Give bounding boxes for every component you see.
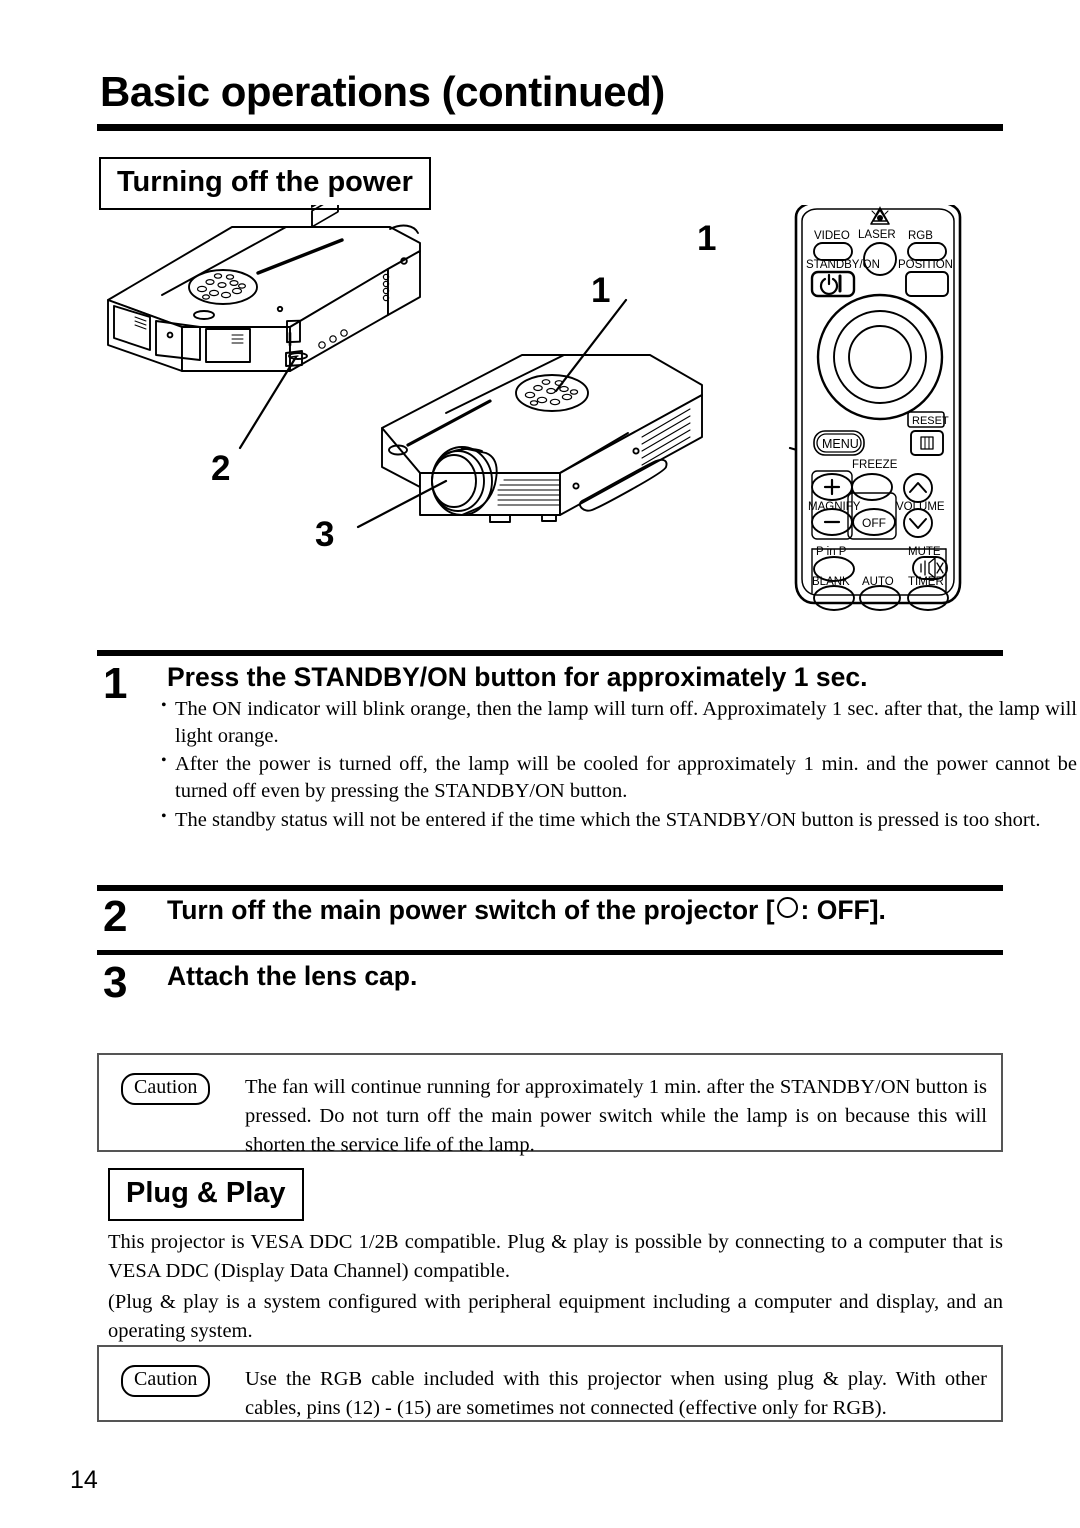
remote-label-p-in-p: P in P [816, 546, 847, 558]
remote-label-video: VIDEO [814, 230, 850, 242]
page-number: 14 [70, 1466, 98, 1494]
projector-front-view-illustration [381, 354, 703, 523]
remote-label-blank: BLANK [812, 576, 850, 588]
caution-box-fan-cooling: Caution The fan will continue running fo… [97, 1053, 1003, 1156]
title-underline-rule [97, 124, 1003, 131]
step-2-top-rule [97, 885, 1003, 891]
figure-projector-and-remote: VIDEO RGB LASER STANDBY/ON POSITION RESE… [90, 205, 1000, 635]
step-3-top-rule [97, 950, 1003, 955]
remote-label-reset: RESET [912, 415, 949, 427]
section-heading-plug-and-play: Plug & Play [108, 1168, 304, 1221]
step-1-bullet-list: The ON indicator will blink orange, then… [161, 695, 1077, 834]
remote-label-off: OFF [862, 516, 886, 530]
page-title: Basic operations (continued) [100, 68, 665, 115]
remote-label-laser: LASER [858, 229, 896, 241]
step-1-heading: Press the STANDBY/ON button for approxim… [167, 662, 868, 692]
remote-label-magnify: MAGNIFY [808, 501, 861, 513]
step-2-heading-before: Turn off the main power switch of the pr… [167, 895, 775, 925]
step-3-heading: Attach the lens cap. [167, 961, 418, 991]
step-1-bullet: After the power is turned off, the lamp … [161, 750, 1077, 806]
remote-label-timer: TIMER [908, 576, 944, 588]
callout-number-1-remote-standby: 1 [697, 219, 717, 258]
remote-label-freeze: FREEZE [852, 459, 898, 471]
callout-number-2-power-switch: 2 [211, 449, 231, 488]
step-2-heading-after: : OFF]. [800, 895, 886, 925]
caution-text: The fan will continue running for approx… [245, 1076, 987, 1157]
step-3-number: 3 [103, 958, 128, 1007]
remote-label-position: POSITION [898, 259, 953, 271]
remote-label-volume: VOLUME [896, 501, 945, 513]
step-1-bullet: The ON indicator will blink orange, then… [161, 695, 1077, 751]
step-1-number: 1 [103, 659, 128, 708]
plug-and-play-paragraph: This projector is VESA DDC 1/2B compatib… [108, 1231, 1003, 1283]
step-2-heading: Turn off the main power switch of the pr… [167, 895, 1007, 926]
projector-rear-view-illustration [107, 205, 421, 372]
caution-tag: Caution [121, 1365, 211, 1397]
step-1: 1 Press the STANDBY/ON button for approx… [97, 659, 1077, 835]
step-1-bullet: The standby status will not be entered i… [161, 806, 1077, 834]
step-3: 3 Attach the lens cap. [97, 961, 1007, 1005]
plug-and-play-paragraph: (Plug & play is a system configured with… [108, 1291, 1003, 1343]
plug-and-play-body: This projector is VESA DDC 1/2B compatib… [108, 1228, 1003, 1346]
manual-page: Basic operations (continued) Turning off… [0, 0, 1080, 1528]
caution-text: Use the RGB cable included with this pro… [245, 1368, 987, 1420]
caution-box-rgb-cable: Caution Use the RGB cable included with … [97, 1345, 1003, 1422]
remote-label-menu: MENU [822, 437, 859, 451]
figure-illustration: VIDEO RGB LASER STANDBY/ON POSITION RESE… [107, 205, 962, 611]
remote-label-rgb: RGB [908, 230, 933, 242]
callout-number-1-control-panel: 1 [591, 271, 611, 310]
step-2-number: 2 [103, 892, 128, 941]
step-1-top-rule [97, 650, 1003, 656]
remote-label-standby-on: STANDBY/ON [806, 259, 880, 271]
power-off-circle-icon [776, 897, 798, 918]
remote-label-mute: MUTE [908, 546, 941, 558]
step-2: 2 Turn off the main power switch of the … [97, 895, 1007, 939]
callout-number-3-lens-cap: 3 [315, 515, 335, 554]
caution-tag: Caution [121, 1073, 211, 1105]
section-heading-turning-off-the-power: Turning off the power [99, 157, 431, 210]
remote-label-auto: AUTO [862, 576, 894, 588]
